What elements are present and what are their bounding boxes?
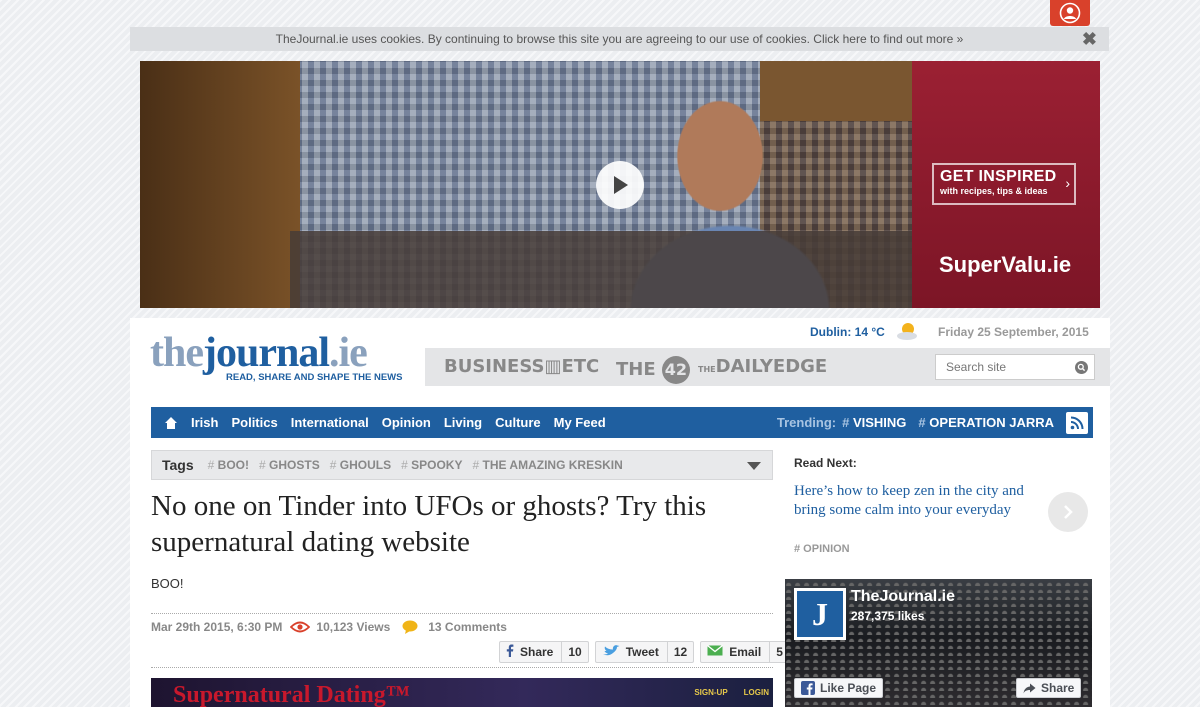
- get-inspired-button[interactable]: GET INSPIRED with recipes, tips & ideas …: [932, 163, 1076, 205]
- read-next-button[interactable]: [1048, 492, 1088, 532]
- article-tags-bar: Tags # BOO! # GHOSTS # GHOULS # SPOOKY #…: [151, 450, 773, 480]
- close-icon[interactable]: ✖: [1082, 29, 1097, 50]
- share-count: 10: [561, 642, 587, 662]
- page-avatar[interactable]: J: [794, 588, 846, 640]
- email-share-button[interactable]: Email 5: [700, 641, 790, 663]
- nav-item-international[interactable]: International: [291, 415, 369, 430]
- rss-icon: [1070, 416, 1084, 429]
- facebook-like-count: 287,375 likes: [851, 609, 925, 623]
- chevron-right-icon: ›: [1065, 175, 1070, 191]
- facebook-icon: [801, 681, 815, 695]
- inspire-subtitle: with recipes, tips & ideas: [940, 186, 1048, 196]
- comment-count-link[interactable]: 13 Comments: [428, 620, 507, 634]
- facebook-like-page-button[interactable]: Like Page: [794, 678, 884, 698]
- business-etc-link[interactable]: BUSINESS▥ETC: [444, 356, 599, 377]
- facebook-icon: [500, 644, 520, 660]
- inspire-title: GET INSPIRED: [940, 168, 1057, 185]
- trending-label: Trending:: [776, 415, 837, 430]
- page-content: thejournal.ie READ, SHARE AND SHAPE THE …: [130, 318, 1110, 707]
- nav-item-living[interactable]: Living: [444, 415, 482, 430]
- trending-item-vishing[interactable]: # VISHING: [842, 415, 906, 430]
- daily-edge-link[interactable]: THEDAILYEDGE: [698, 356, 827, 377]
- facebook-page-name[interactable]: TheJournal.ie: [851, 588, 955, 606]
- envelope-icon: [701, 644, 729, 659]
- weather-readout: Dublin: 14 °C: [810, 325, 885, 339]
- article-lead-image: Supernatural Dating™ SIGN-UP LOGIN: [151, 678, 773, 707]
- chevron-down-icon[interactable]: [746, 461, 762, 471]
- image-header-links: SIGN-UP LOGIN: [694, 688, 769, 697]
- article-standfirst: BOO!: [151, 576, 184, 591]
- divider: [151, 613, 773, 614]
- rss-feed-button[interactable]: [1066, 411, 1088, 434]
- comment-bubble-icon: [402, 620, 418, 634]
- nav-item-irish[interactable]: Irish: [191, 415, 218, 430]
- twitter-tweet-button[interactable]: Tweet 12: [594, 641, 695, 663]
- ad-video-still: [140, 61, 912, 308]
- logo-tab: thejournal.ie READ, SHARE AND SHAPE THE …: [130, 318, 425, 388]
- cookie-message-link[interactable]: TheJournal.ie uses cookies. By continuin…: [276, 32, 964, 46]
- trending-topics: Trending: # VISHING # OPERATION JARRA: [776, 411, 1093, 434]
- home-button[interactable]: [151, 407, 191, 438]
- chevron-right-icon: [1064, 505, 1073, 519]
- cookie-notice: TheJournal.ie uses cookies. By continuin…: [130, 27, 1109, 51]
- tag-ghosts[interactable]: # GHOSTS: [259, 458, 320, 472]
- nav-item-politics[interactable]: Politics: [231, 415, 277, 430]
- views-eye-icon: [290, 621, 311, 633]
- read-next-tag[interactable]: # OPINION: [794, 543, 850, 555]
- home-icon: [165, 416, 177, 429]
- video-advertisement[interactable]: GET INSPIRED with recipes, tips & ideas …: [140, 61, 1100, 308]
- search-icon[interactable]: [1075, 361, 1088, 374]
- site-tagline: READ, SHARE AND SHAPE THE NEWS: [226, 372, 403, 383]
- facebook-page-widget: J TheJournal.ie 287,375 likes Like Page …: [785, 579, 1092, 707]
- share-arrow-icon: [1023, 683, 1036, 693]
- nav-item-culture[interactable]: Culture: [495, 415, 541, 430]
- tweet-count: 12: [666, 642, 693, 662]
- publish-date: Mar 29th 2015, 6:30 PM: [151, 620, 283, 634]
- twitter-bird-icon: [596, 644, 626, 660]
- search-input[interactable]: Search site: [935, 354, 1095, 380]
- user-account-button[interactable]: [1050, 0, 1090, 26]
- play-button[interactable]: [596, 161, 644, 209]
- read-next-label: Read Next:: [794, 456, 857, 470]
- advertiser-logo[interactable]: SuperValu.ie: [939, 252, 1071, 278]
- image-site-title: Supernatural Dating™: [173, 682, 410, 707]
- article-meta: Mar 29th 2015, 6:30 PM 10,123 Views 13 C…: [151, 620, 515, 634]
- site-logo[interactable]: thejournal.ie: [150, 332, 368, 374]
- the42-link[interactable]: THE 42: [616, 356, 690, 384]
- view-count: 10,123 Views: [316, 620, 391, 634]
- share-buttons: Share 10 Tweet 12 Email 5: [493, 641, 790, 663]
- tag-boo[interactable]: # BOO!: [208, 458, 249, 472]
- read-next-article-link[interactable]: Here’s how to keep zen in the city and b…: [794, 482, 1044, 520]
- tag-spooky[interactable]: # SPOOKY: [401, 458, 462, 472]
- partly-sunny-icon: [897, 323, 917, 340]
- tag-the-amazing-kreskin[interactable]: # THE AMAZING KRESKIN: [472, 458, 622, 472]
- article-headline: No one on Tinder into UFOs or ghosts? Tr…: [151, 490, 707, 558]
- play-icon: [614, 176, 628, 194]
- nav-item-my-feed[interactable]: My Feed: [554, 415, 606, 430]
- trending-item-operation-jarra[interactable]: # OPERATION JARRA: [918, 415, 1054, 430]
- facebook-share-page-button[interactable]: Share: [1016, 678, 1082, 698]
- tags-label: Tags: [162, 457, 194, 473]
- facebook-share-button[interactable]: Share 10: [499, 641, 589, 663]
- search-placeholder: Search site: [946, 360, 1007, 374]
- main-nav: Irish Politics International Opinion Liv…: [151, 407, 1093, 438]
- divider: [151, 667, 773, 668]
- tag-ghouls[interactable]: # GHOULS: [330, 458, 391, 472]
- user-icon: [1059, 2, 1081, 24]
- ad-brand-panel: GET INSPIRED with recipes, tips & ideas …: [912, 61, 1100, 308]
- nav-item-opinion[interactable]: Opinion: [382, 415, 431, 430]
- current-date: Friday 25 September, 2015: [938, 325, 1089, 339]
